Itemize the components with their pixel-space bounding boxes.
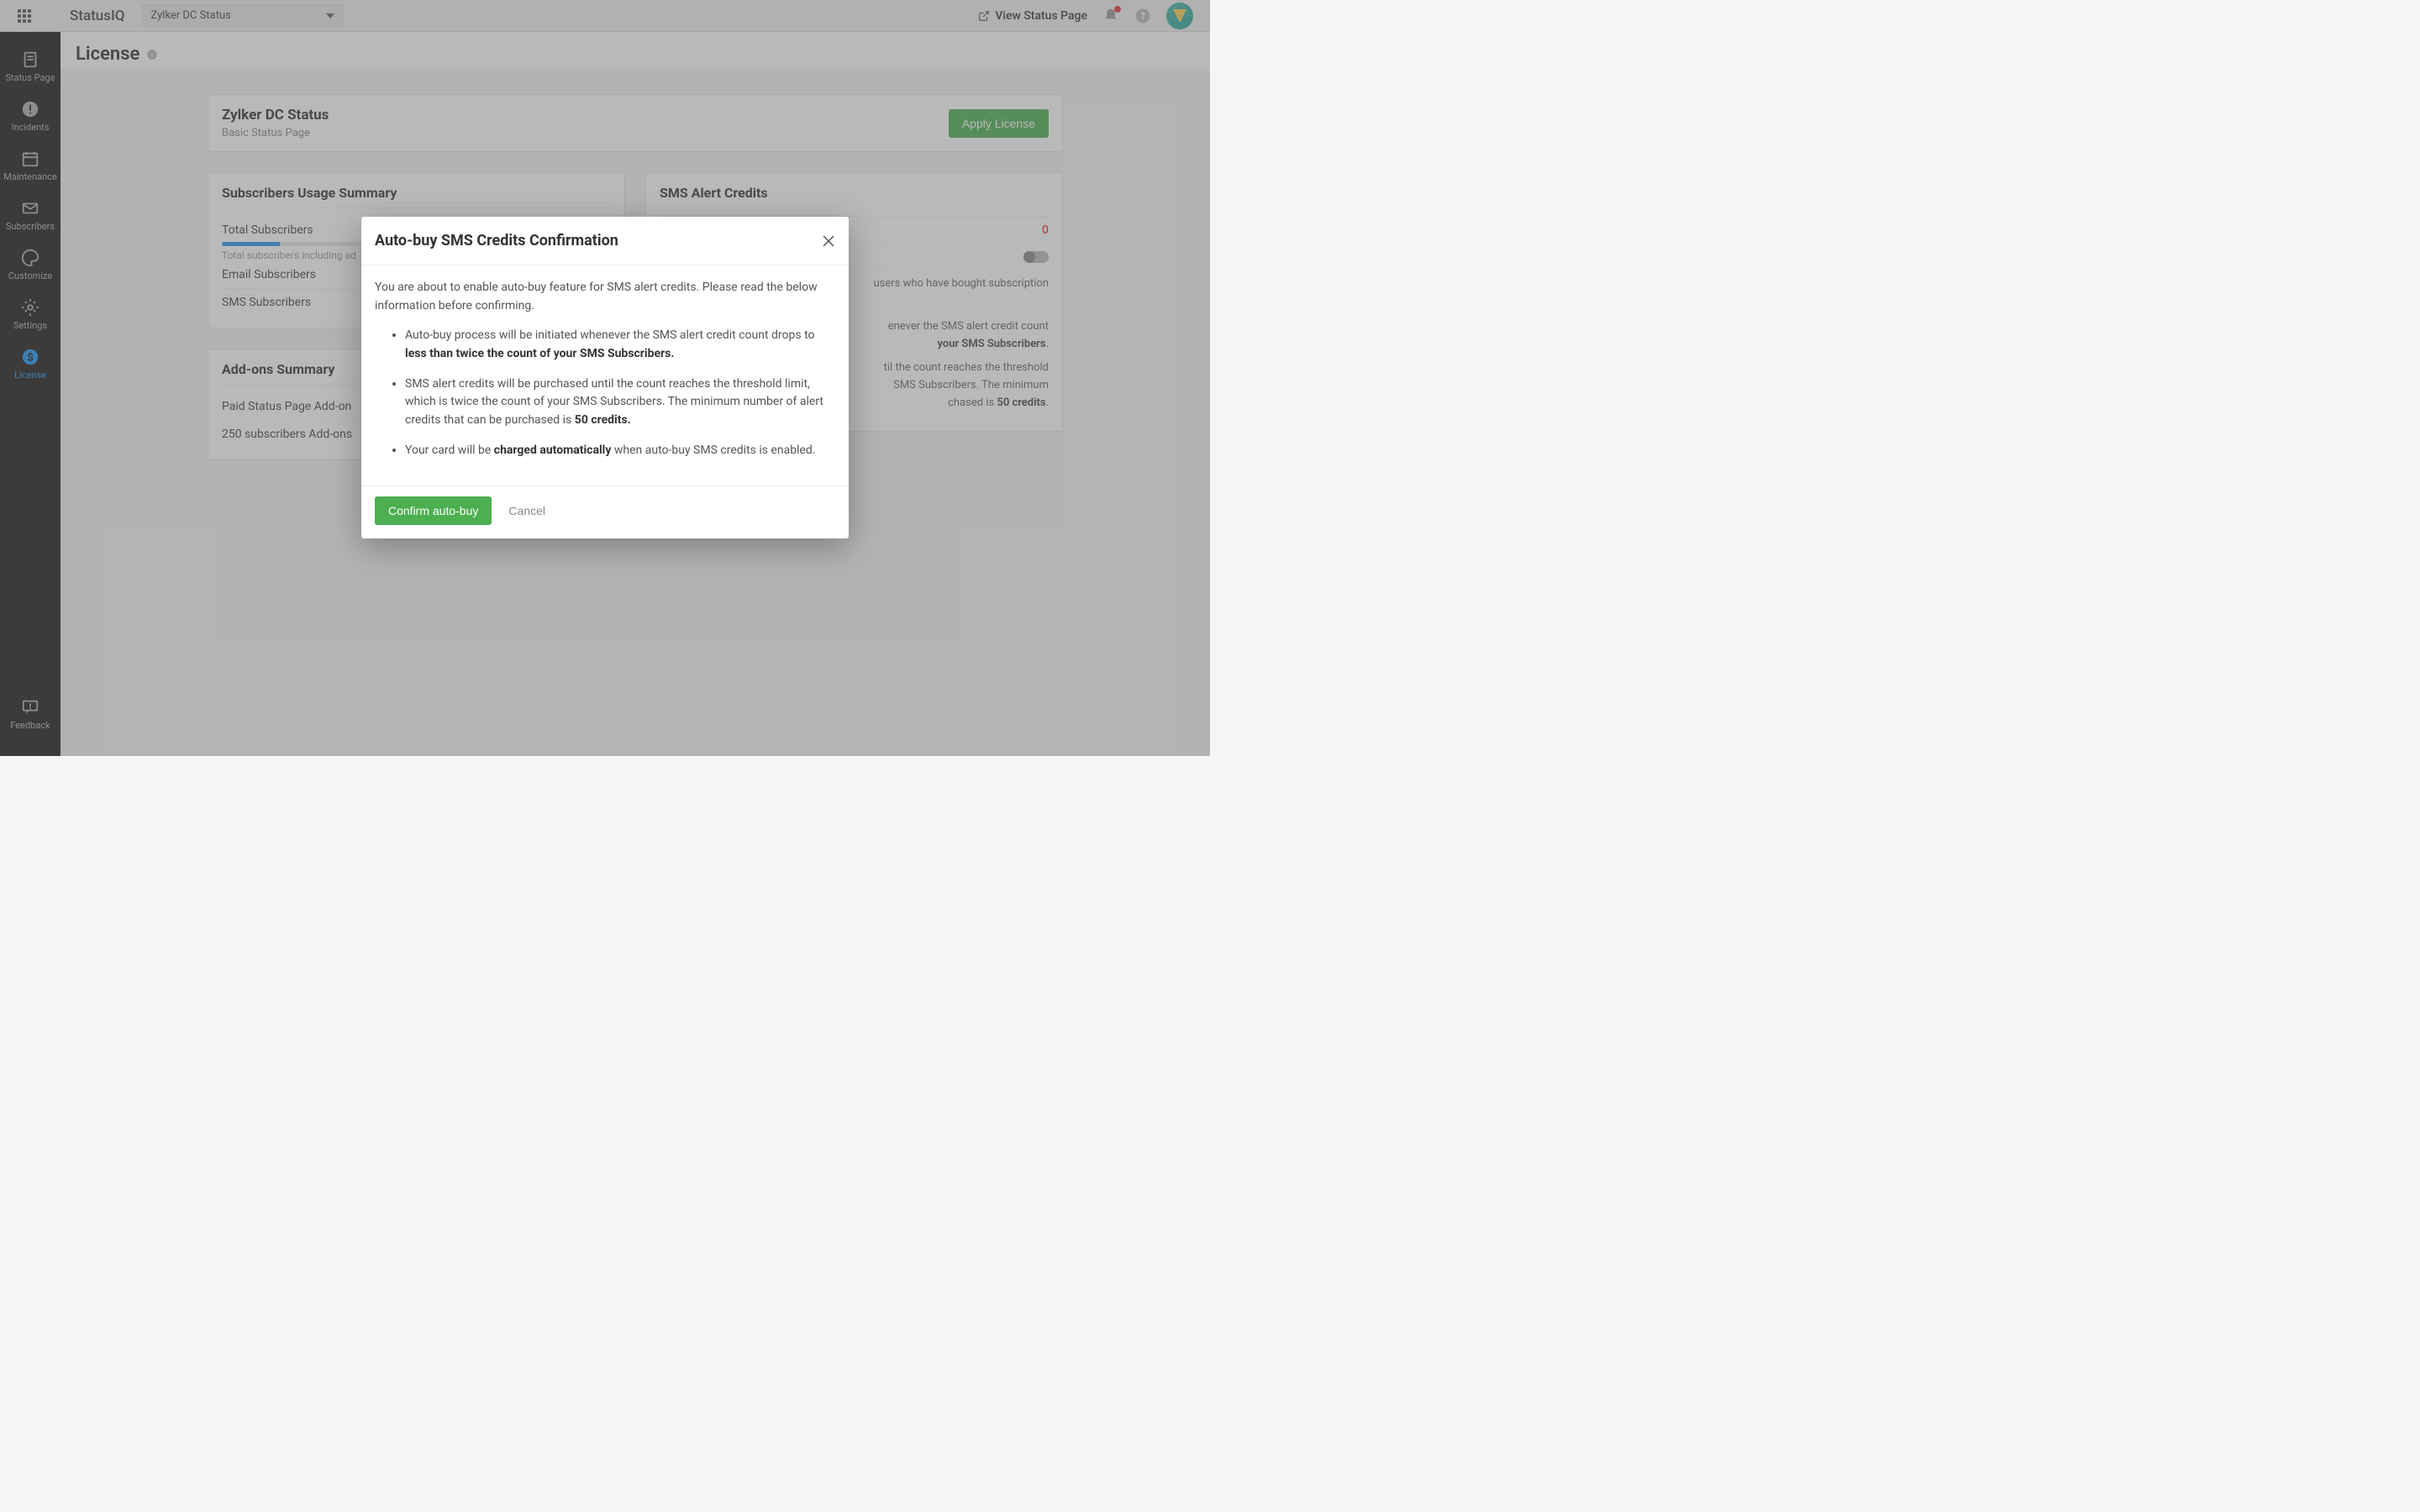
modal-intro: You are about to enable auto-buy feature… bbox=[375, 279, 835, 315]
autobuy-confirmation-modal: Auto-buy SMS Credits Confirmation You ar… bbox=[361, 217, 849, 538]
modal-bullet-3: Your card will be charged automatically … bbox=[405, 442, 835, 460]
modal-title: Auto-buy SMS Credits Confirmation bbox=[375, 232, 618, 249]
cancel-button[interactable]: Cancel bbox=[508, 504, 545, 517]
modal-bullet-2: SMS alert credits will be purchased unti… bbox=[405, 375, 835, 430]
modal-overlay[interactable]: Auto-buy SMS Credits Confirmation You ar… bbox=[0, 0, 1210, 756]
confirm-autobuy-button[interactable]: Confirm auto-buy bbox=[375, 496, 492, 525]
modal-bullet-1: Auto-buy process will be initiated whene… bbox=[405, 327, 835, 363]
close-icon[interactable] bbox=[822, 234, 835, 248]
